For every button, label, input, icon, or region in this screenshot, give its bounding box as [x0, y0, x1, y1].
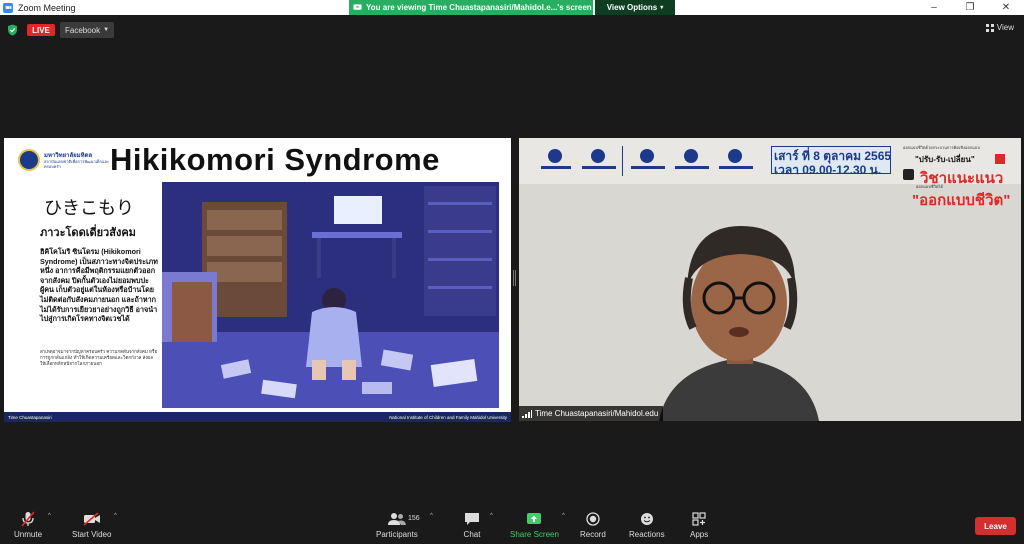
audio-options-caret-icon[interactable]: ^: [48, 513, 51, 519]
window-title: Zoom Meeting: [18, 2, 76, 13]
chat-icon: [463, 511, 481, 527]
panel-splitter-handle[interactable]: [513, 270, 516, 286]
view-label: View: [996, 23, 1014, 32]
view-options-label: View Options: [606, 3, 658, 12]
view-button[interactable]: View: [985, 23, 1014, 32]
record-button[interactable]: Record: [580, 511, 606, 543]
start-video-button[interactable]: Start Video: [72, 511, 111, 543]
share-banner-text: You are viewing Time Chuastapanasiri/Mah…: [366, 3, 592, 12]
window-controls: – ❐ ✕: [916, 0, 1024, 15]
apps-button[interactable]: Apps: [690, 511, 708, 543]
event-slogan: "ปรับ-รับ-เปลี่ยน": [915, 155, 975, 164]
participants-icon: [387, 511, 406, 527]
slide-footer-left: Time Chuastapanasiri: [8, 414, 52, 420]
event-time: เวลา 09.00-12.30 น.: [774, 163, 882, 177]
reactions-icon: [638, 511, 656, 527]
screen-share-banner: You are viewing Time Chuastapanasiri/Mah…: [349, 0, 593, 15]
event-tagline: ออกแบบชีวิตด้วยกระบวนการคิดเชิงออกแบบ: [903, 145, 980, 150]
chevron-down-icon: ▼: [103, 27, 110, 33]
participants-label: Participants: [376, 530, 418, 539]
video-off-icon: [83, 511, 101, 527]
chat-label: Chat: [463, 530, 481, 539]
record-label: Record: [580, 530, 606, 539]
shield-check-icon[interactable]: [7, 24, 18, 36]
stream-target-label: Facebook: [65, 25, 101, 35]
slide-thai-title: ภาวะโดดเดี่ยวสังคม: [40, 227, 136, 239]
apps-icon: [690, 511, 708, 527]
slide-body-main: ฮิคิโคโมริ ซินโดรม (Hikikomori Syndrome)…: [40, 247, 158, 324]
slide-footer-bar: Time Chuastapanasiri National Institute …: [4, 412, 511, 422]
participant-count: 156: [408, 515, 420, 522]
start-video-label: Start Video: [72, 530, 112, 539]
reactions-label: Reactions: [629, 530, 665, 539]
signal-strength-icon: [522, 409, 532, 418]
share-screen-button[interactable]: Share Screen: [510, 511, 559, 543]
share-screen-icon: [525, 511, 543, 527]
reactions-button[interactable]: Reactions: [629, 511, 665, 543]
unmute-label: Unmute: [14, 530, 43, 539]
participant-name: Time Chuastapanasiri/Mahidol.edu: [535, 409, 659, 418]
participant-avatar: [659, 226, 819, 421]
stream-target-dropdown[interactable]: Facebook ▼: [60, 22, 114, 38]
minimize-button[interactable]: –: [916, 0, 952, 15]
chevron-down-icon: ▾: [660, 5, 664, 11]
muted-microphone-icon: [19, 511, 37, 527]
share-screen-label: Share Screen: [510, 530, 559, 539]
shared-screen: มหาวิทยาลัยมหิดล สถาบันแห่งชาติเพื่อการพ…: [4, 138, 511, 422]
chat-options-caret-icon[interactable]: ^: [490, 513, 493, 519]
apps-label: Apps: [690, 530, 709, 539]
zoom-logo-icon: [3, 2, 13, 13]
share-screen-icon: [353, 4, 362, 10]
participant-video-tile[interactable]: เสาร์ ที่ 8 ตุลาคม 2565 เวลา 09.00-12.30…: [519, 138, 1021, 421]
view-options-button[interactable]: View Options ▾: [595, 0, 675, 15]
decor-square-dark: [903, 169, 914, 180]
event-theme: "ออกแบบชีวิต": [912, 192, 1011, 209]
meeting-top-bar: LIVE Facebook ▼ View: [0, 18, 1024, 42]
slide-illustration: [162, 182, 499, 408]
chat-button[interactable]: Chat: [463, 511, 481, 543]
video-options-caret-icon[interactable]: ^: [114, 513, 117, 519]
university-seal-icon: [18, 149, 40, 171]
isolated-room-illustration: [162, 182, 499, 408]
leave-button[interactable]: Leave: [975, 517, 1016, 535]
slide-body-detail: สาเหตุอาจมาจากปัญหาครอบครัว ความกดดันจาก…: [40, 349, 158, 367]
participant-name-tag: Time Chuastapanasiri/Mahidol.edu: [519, 406, 664, 421]
live-badge[interactable]: LIVE: [27, 24, 55, 36]
maximize-button[interactable]: ❐: [952, 0, 988, 15]
close-button[interactable]: ✕: [988, 0, 1024, 15]
slide-headline: Hikikomori Syndrome: [110, 142, 440, 177]
slide-japanese-title: ひきこもり: [44, 198, 134, 219]
decor-square: [995, 154, 1005, 164]
slide-footer-right: National Institute of Children and Famil…: [389, 414, 507, 420]
share-options-caret-icon[interactable]: ^: [562, 513, 565, 519]
participants-options-caret-icon[interactable]: ^: [430, 513, 433, 519]
unmute-button[interactable]: Unmute: [14, 511, 42, 543]
record-icon: [584, 511, 602, 527]
meeting-toolbar: Unmute ^ Start Video ^ Participants 156 …: [0, 505, 1024, 544]
grid-view-icon: [985, 23, 994, 32]
